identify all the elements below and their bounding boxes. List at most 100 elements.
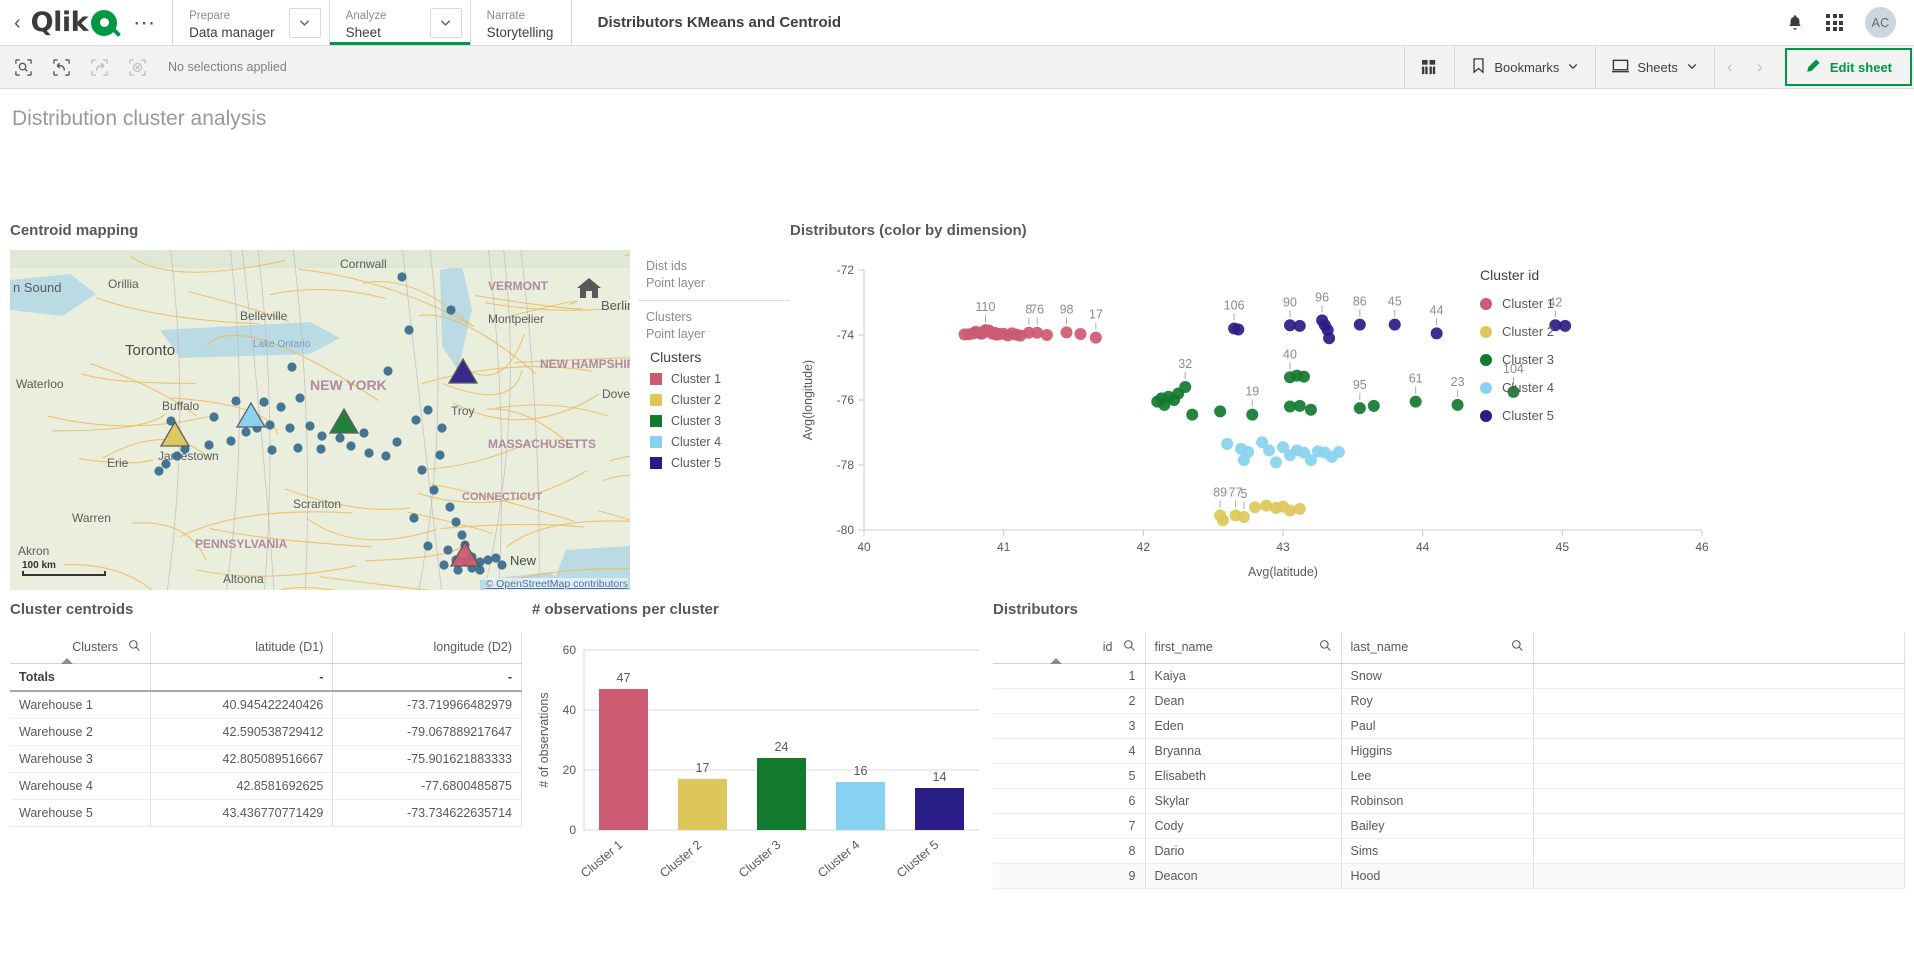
prev-sheet-icon[interactable]: ‹ [1715,57,1745,77]
col-header-clusters[interactable]: Clusters [10,632,151,663]
table-cell[interactable]: Elisabeth [1145,763,1341,788]
table-cell[interactable]: 1 [993,663,1145,688]
step-forward-icon[interactable] [88,56,110,78]
sheets-button[interactable]: Sheets [1595,46,1713,88]
map-legend-item-4[interactable]: Cluster 4 [650,435,780,449]
table-cell[interactable]: Warehouse 4 [10,772,151,799]
table-cell[interactable]: Bryanna [1145,738,1341,763]
nav-analyze-text[interactable]: Analyze Sheet [330,0,430,45]
table-cell[interactable]: 8 [993,838,1145,863]
table-cell[interactable]: Warehouse 3 [10,745,151,772]
bell-icon[interactable] [1786,13,1804,32]
nav-narrate-text[interactable]: Narrate Storytelling [471,0,571,45]
scatter-legend-item-3[interactable]: Cluster 3 [1480,352,1630,367]
scatter-legend-item-4[interactable]: Cluster 4 [1480,380,1630,395]
table-cell[interactable]: -73.734622635714 [333,799,522,826]
avatar[interactable]: AC [1865,7,1896,38]
table-cell[interactable]: 42.590538729412 [151,718,333,745]
map-legend-item-3[interactable]: Cluster 3 [650,414,780,428]
col-header-latitude[interactable]: latitude (D1) [151,632,333,663]
table-row[interactable]: 6SkylarRobinson [993,788,1905,813]
nav-analyze-chevron-down-icon[interactable] [430,8,462,38]
back-icon[interactable]: ‹ [14,13,21,33]
map-legend-item-5[interactable]: Cluster 5 [650,456,780,470]
edit-sheet-button[interactable]: Edit sheet [1785,48,1912,86]
table-cell[interactable] [1533,688,1905,713]
table-cell[interactable] [1533,763,1905,788]
table-cell[interactable]: 3 [993,713,1145,738]
map-render[interactable]: n SoundOrilliaCornwallVERMONTBerlinBelle… [10,250,630,590]
scatter-legend-item-2[interactable]: Cluster 2 [1480,324,1630,339]
table-cell[interactable]: 9 [993,863,1145,888]
table-cell[interactable]: 4 [993,738,1145,763]
clear-selections-icon[interactable] [126,56,148,78]
table-cell[interactable]: Robinson [1341,788,1533,813]
table-cell[interactable]: 5 [993,763,1145,788]
table-cell[interactable]: Dario [1145,838,1341,863]
table-cell[interactable] [1533,738,1905,763]
table-cell[interactable]: Warehouse 1 [10,691,151,719]
table-row[interactable]: Warehouse 242.590538729412-79.0678892176… [10,718,522,745]
table-row[interactable]: Warehouse 342.805089516667-75.9016218833… [10,745,522,772]
scatter-legend-item-1[interactable]: Cluster 1 [1480,296,1630,311]
overflow-menu-icon[interactable]: ⋯ [127,16,162,29]
table-cell[interactable] [1533,813,1905,838]
nav-prepare[interactable]: Prepare Data manager [172,0,329,45]
table-cell[interactable]: 42.805089516667 [151,745,333,772]
table-row[interactable]: 1KaiyaSnow [993,663,1905,688]
home-icon[interactable] [576,276,602,305]
table-row[interactable]: 7CodyBailey [993,813,1905,838]
table-cell[interactable]: Cody [1145,813,1341,838]
table-cell[interactable]: Warehouse 5 [10,799,151,826]
table-cell[interactable]: Higgins [1341,738,1533,763]
table-row[interactable]: 3EdenPaul [993,713,1905,738]
bookmarks-button[interactable]: Bookmarks [1454,46,1595,88]
table-cell[interactable]: Roy [1341,688,1533,713]
table-cell[interactable]: Deacon [1145,863,1341,888]
table-row[interactable]: Warehouse 543.436770771429-73.7346226357… [10,799,522,826]
magnifier-icon[interactable] [1123,639,1136,655]
barchart-render[interactable]: 020406047Cluster 117Cluster 224Cluster 3… [532,624,987,924]
table-cell[interactable]: Paul [1341,713,1533,738]
table-cell[interactable]: 2 [993,688,1145,713]
table-cell[interactable]: Snow [1341,663,1533,688]
table-row[interactable]: 2DeanRoy [993,688,1905,713]
table-row[interactable]: Warehouse 442.8581692625-77.6800485875 [10,772,522,799]
table-cell[interactable]: -75.901621883333 [333,745,522,772]
table-cell[interactable]: 40.945422240426 [151,691,333,719]
table-cell[interactable]: -77.6800485875 [333,772,522,799]
map-legend-item-2[interactable]: Cluster 2 [650,393,780,407]
step-back-icon[interactable] [50,56,72,78]
table-cell[interactable]: Bailey [1341,813,1533,838]
col-header-first-name[interactable]: first_name [1145,632,1341,663]
col-header-id[interactable]: id [993,632,1145,663]
table-cell[interactable]: Sims [1341,838,1533,863]
table-cell[interactable] [1533,788,1905,813]
nav-analyze[interactable]: Analyze Sheet [329,0,470,45]
table-cell[interactable]: Eden [1145,713,1341,738]
table-row[interactable]: 8DarioSims [993,838,1905,863]
table-cell[interactable]: 6 [993,788,1145,813]
map-legend-item-1[interactable]: Cluster 1 [650,372,780,386]
table-cell[interactable]: Skylar [1145,788,1341,813]
nav-prepare-chevron-down-icon[interactable] [289,8,321,38]
col-header-last-name[interactable]: last_name [1341,632,1533,663]
magnifier-icon[interactable] [1511,639,1524,655]
map-canvas[interactable]: n SoundOrilliaCornwallVERMONTBerlinBelle… [10,250,630,590]
table-row[interactable]: Warehouse 140.945422240426-73.7199664829… [10,691,522,719]
scatter-legend-item-5[interactable]: Cluster 5 [1480,408,1630,423]
table-row[interactable]: 9DeaconHood [993,863,1905,888]
table-cell[interactable] [1533,663,1905,688]
table-cell[interactable] [1533,713,1905,738]
table-row[interactable]: 4BryannaHiggins [993,738,1905,763]
magnifier-icon[interactable] [1319,639,1332,655]
table-cell[interactable]: -79.067889217647 [333,718,522,745]
table-cell[interactable]: Kaiya [1145,663,1341,688]
next-sheet-icon[interactable]: › [1745,57,1775,77]
table-cell[interactable]: 42.8581692625 [151,772,333,799]
table-cell[interactable]: Warehouse 2 [10,718,151,745]
nav-prepare-text[interactable]: Prepare Data manager [173,0,289,45]
table-row[interactable]: 5ElisabethLee [993,763,1905,788]
table-cell[interactable]: 43.436770771429 [151,799,333,826]
col-header-longitude[interactable]: longitude (D2) [333,632,522,663]
